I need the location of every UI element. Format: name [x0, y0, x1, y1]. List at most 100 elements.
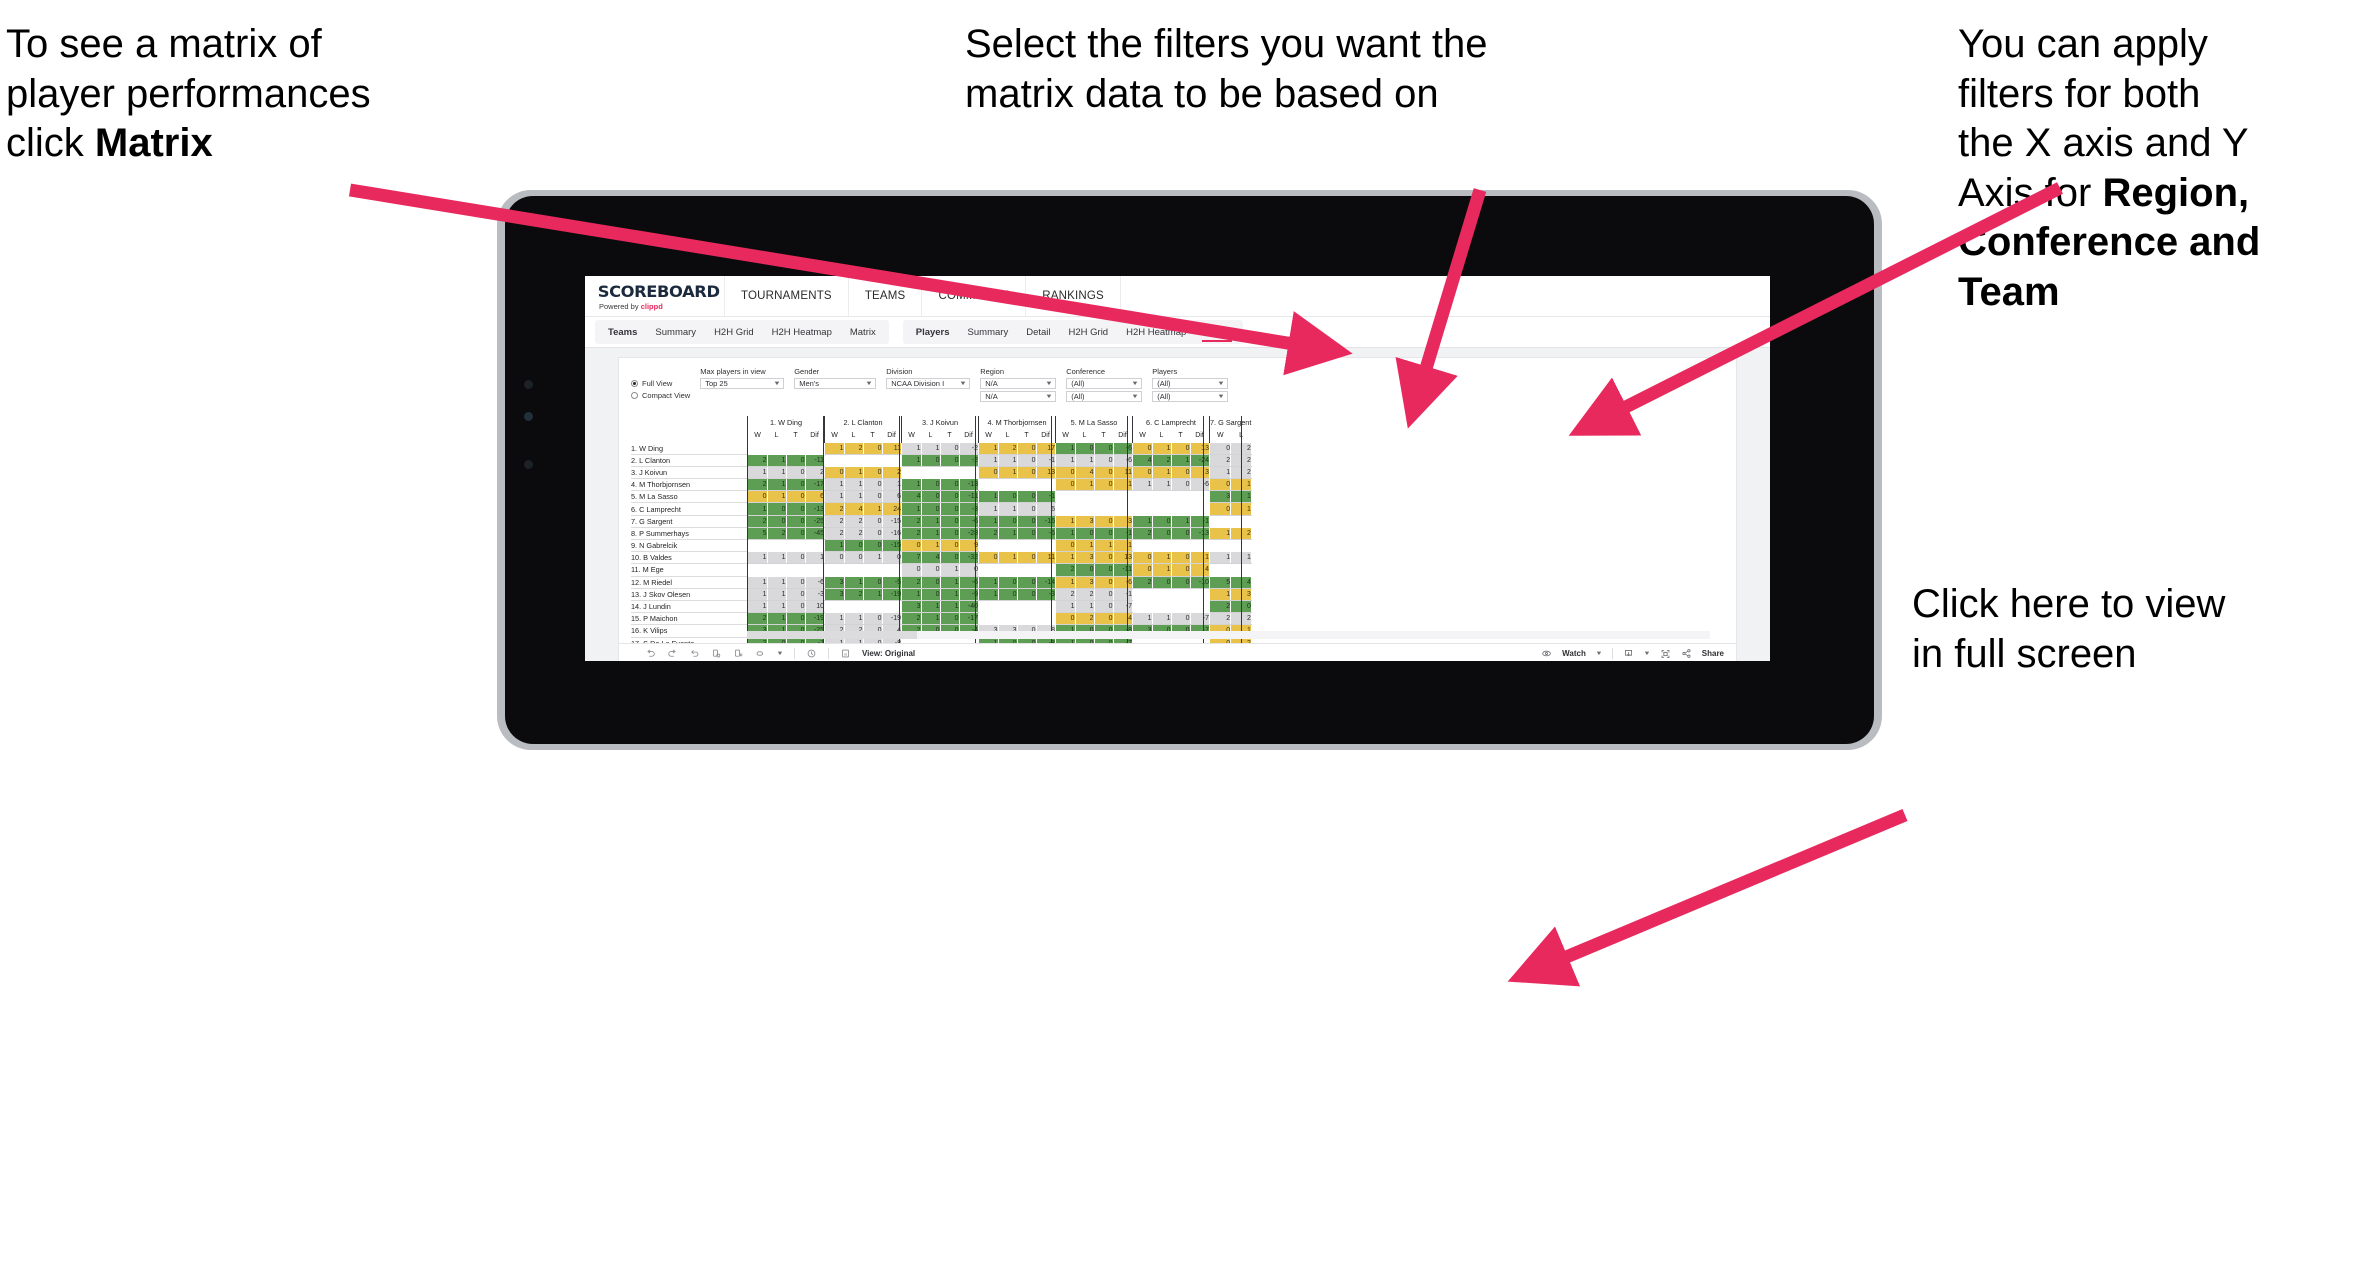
matrix-cell[interactable]: 1	[1055, 599, 1076, 614]
matrix-cell[interactable]: -14	[1035, 575, 1056, 589]
matrix-cell[interactable]: 1	[997, 526, 1018, 541]
matrix-cell[interactable]: -13	[804, 502, 825, 516]
matrix-cell[interactable]	[843, 599, 864, 614]
matrix-cell[interactable]: 0	[1170, 465, 1191, 480]
matrix-cell[interactable]: 3	[824, 575, 845, 589]
matrix-cell[interactable]	[1016, 478, 1037, 492]
matrix-cell[interactable]: 1	[1208, 587, 1232, 601]
matrix-cell[interactable]: 1	[1208, 551, 1232, 565]
matrix-cell[interactable]: 1	[939, 587, 960, 601]
matrix-cell[interactable]	[1016, 599, 1037, 614]
matrix-cell[interactable]	[1074, 490, 1095, 504]
matrix-row-label[interactable]: 4. M Thorbjornsen	[631, 478, 748, 492]
matrix-cell[interactable]: 1	[901, 502, 922, 516]
matrix-cell[interactable]	[1170, 587, 1191, 601]
matrix-cell[interactable]: 1	[997, 551, 1018, 565]
matrix-cell[interactable]	[997, 612, 1018, 626]
matrix-row-label[interactable]: 16. K Vilips	[631, 624, 748, 638]
matrix-cell[interactable]: 1	[1055, 575, 1076, 589]
matrix-row-label[interactable]: 11. M Ege	[631, 563, 748, 577]
matrix-cell[interactable]	[1208, 563, 1232, 577]
matrix-cell[interactable]: 0	[939, 453, 960, 467]
matrix-cell[interactable]	[766, 442, 787, 455]
matrix-cell[interactable]: -10	[1189, 575, 1210, 589]
matrix-cell[interactable]: 2	[1055, 563, 1076, 577]
matrix-cell[interactable]	[1151, 490, 1172, 504]
matrix-cell[interactable]: 2	[766, 526, 787, 541]
matrix-cell[interactable]: 1	[824, 490, 845, 504]
tab-teams-matrix[interactable]: Matrix	[841, 320, 885, 344]
matrix-cell[interactable]: 0	[862, 465, 883, 480]
matrix-cell[interactable]: 0	[862, 478, 883, 492]
matrix-cell[interactable]	[1170, 538, 1191, 553]
matrix-cell[interactable]: 0	[920, 587, 941, 601]
matrix-cell[interactable]: 13	[1189, 442, 1210, 455]
chevron-down-icon[interactable]: ▼	[1643, 651, 1650, 657]
matrix-cell[interactable]	[804, 442, 825, 455]
matrix-row-label[interactable]: 1. W Ding	[631, 442, 748, 455]
matrix-cell[interactable]	[1016, 612, 1037, 626]
matrix-cell[interactable]: 17	[1035, 442, 1056, 455]
matrix-cell[interactable]: 3	[1208, 490, 1232, 504]
matrix-cell[interactable]: 0	[1093, 563, 1114, 577]
pause-icon[interactable]	[733, 648, 744, 659]
radio-compact-view[interactable]: Compact View	[631, 390, 690, 400]
matrix-cell[interactable]	[1035, 599, 1056, 614]
matrix-cell[interactable]: -7	[1112, 599, 1133, 614]
matrix-cell[interactable]: 1	[901, 442, 922, 455]
matrix-cell[interactable]: 1	[978, 575, 999, 589]
matrix-cell[interactable]	[1208, 538, 1232, 553]
matrix-cell[interactable]	[747, 442, 768, 455]
matrix-cell[interactable]: 2	[901, 514, 922, 528]
matrix-cell[interactable]: 0	[1132, 465, 1153, 480]
matrix-cell[interactable]: 0	[1016, 502, 1037, 516]
matrix-cell[interactable]: 0	[920, 490, 941, 504]
matrix-cell[interactable]: 0	[785, 587, 806, 601]
matrix-cell[interactable]: 0	[1093, 575, 1114, 589]
matrix-cell[interactable]	[1035, 478, 1056, 492]
matrix-cell[interactable]: 0	[1093, 587, 1114, 601]
revert-icon[interactable]	[689, 648, 700, 659]
matrix-cell[interactable]: 0	[766, 514, 787, 528]
matrix-cell[interactable]: 2	[843, 514, 864, 528]
matrix-cell[interactable]: 0	[1055, 538, 1076, 553]
share-label[interactable]: Share	[1702, 649, 1724, 658]
matrix-cell[interactable]	[1055, 502, 1076, 516]
matrix-cell[interactable]: 0	[862, 514, 883, 528]
matrix-cell[interactable]: 1	[978, 453, 999, 467]
matrix-cell[interactable]: 2	[843, 587, 864, 601]
matrix-cell[interactable]	[1035, 563, 1056, 577]
matrix-cell[interactable]	[1151, 538, 1172, 553]
matrix-cell[interactable]: 1	[920, 538, 941, 553]
matrix-cell[interactable]: 0	[1170, 612, 1191, 626]
matrix-cell[interactable]: 1	[1132, 514, 1153, 528]
matrix-row-label[interactable]: 14. J Lundin	[631, 600, 748, 614]
matrix-cell[interactable]: 1	[1055, 526, 1076, 541]
matrix-cell[interactable]: 0	[785, 465, 806, 480]
matrix-cell[interactable]: 4	[1112, 612, 1133, 626]
matrix-cell[interactable]: 0	[1074, 442, 1095, 455]
matrix-cell[interactable]: 1	[901, 453, 922, 467]
matrix-cell[interactable]: 0	[1151, 514, 1172, 528]
matrix-cell[interactable]: 1	[1055, 442, 1076, 455]
matrix-cell[interactable]: 2	[997, 442, 1018, 455]
matrix-cell[interactable]: 7	[901, 551, 922, 565]
matrix-cell[interactable]: 0	[997, 587, 1018, 601]
tab-players-summary[interactable]: Summary	[959, 320, 1018, 344]
matrix-cell[interactable]: 13	[1112, 551, 1133, 565]
matrix-cell[interactable]: 6	[804, 490, 825, 504]
players-select-x[interactable]: (All) ▼	[1152, 378, 1229, 389]
matrix-cell[interactable]: 1	[824, 612, 845, 626]
players-select-y[interactable]: (All) ▼	[1152, 391, 1229, 402]
matrix-cell[interactable]: 1	[1074, 599, 1095, 614]
matrix-row-label[interactable]: 3. J Koivun	[631, 466, 748, 480]
matrix-cell[interactable]: 1	[1132, 478, 1153, 492]
matrix-cell[interactable]: 1	[1151, 478, 1172, 492]
matrix-cell[interactable]: 0	[824, 465, 845, 480]
matrix-cell[interactable]: 0	[939, 551, 960, 565]
matrix-cell[interactable]: 1	[766, 551, 787, 565]
matrix-cell[interactable]	[747, 563, 768, 577]
matrix-cell[interactable]	[862, 563, 883, 577]
fullscreen-icon[interactable]	[1660, 648, 1671, 659]
gender-select[interactable]: Men's ▼	[794, 378, 877, 389]
